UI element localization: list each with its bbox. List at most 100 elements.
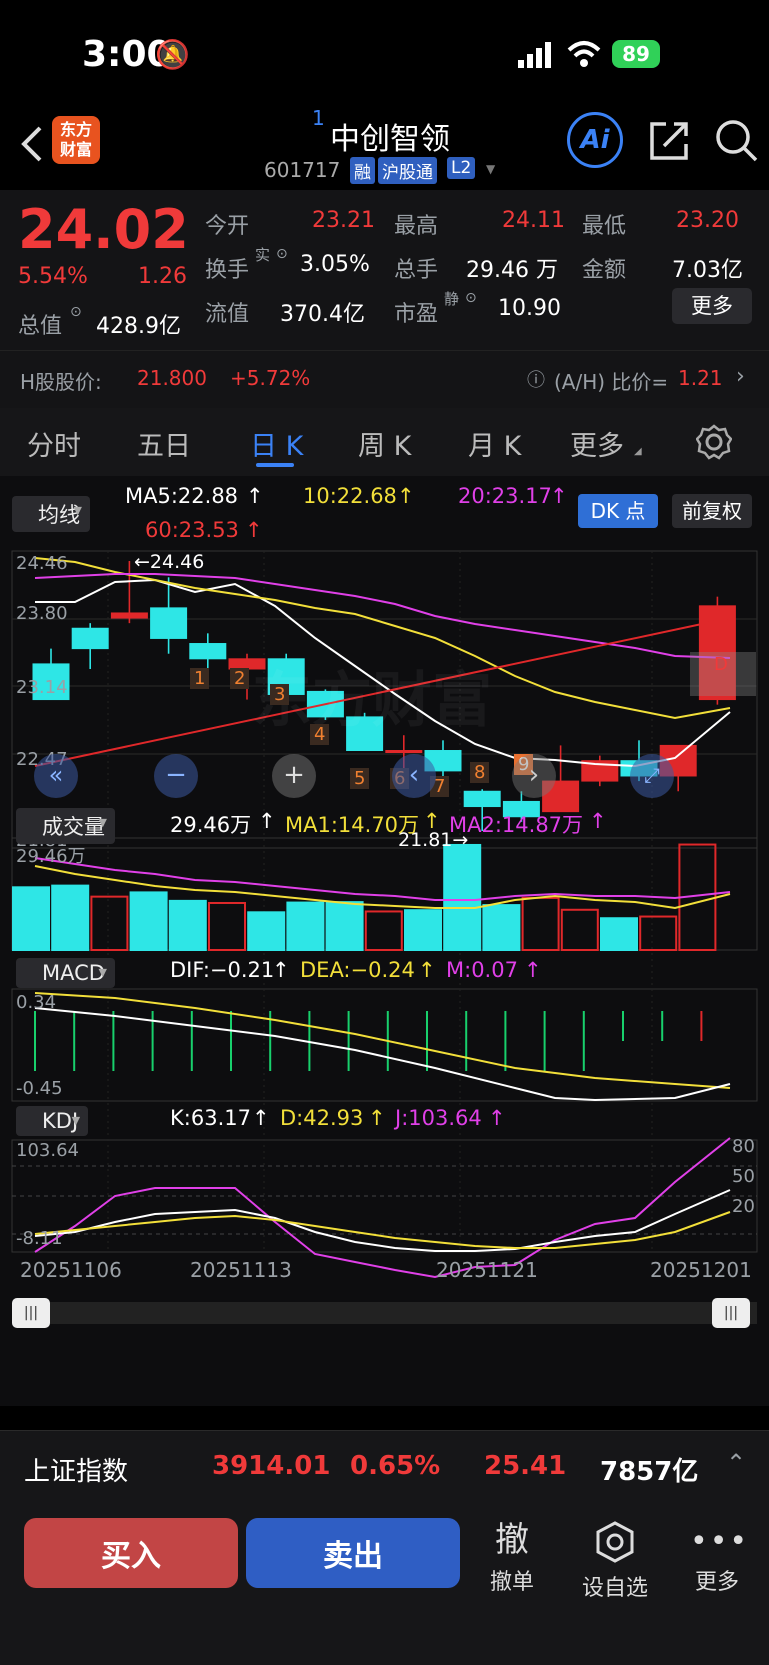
scroll-right-button[interactable]: › (512, 754, 556, 798)
date-label: 20251106 (20, 1258, 122, 1282)
ai-button[interactable]: Ai (567, 112, 623, 168)
up-arrow-icon: ↑ (272, 958, 290, 982)
td-count-label: 2 (230, 668, 250, 689)
change-amount: 1.26 (138, 264, 187, 289)
range-handle-left[interactable]: ||| (12, 1298, 50, 1328)
tab-intraday[interactable]: 分时 (27, 424, 81, 463)
volume-bar (639, 915, 678, 951)
d-value: D:42.93 (280, 1106, 364, 1130)
volume-bar (325, 901, 364, 951)
tab-daily-k[interactable]: 日 K (250, 424, 303, 463)
chevron-up-icon[interactable]: ⌃ (726, 1449, 746, 1477)
up-arrow-icon: ↑ (488, 1106, 506, 1130)
zoom-in-button[interactable]: + (272, 754, 316, 798)
volume-bar (129, 891, 168, 951)
scroll-left-button[interactable]: ‹ (392, 754, 436, 798)
tab-weekly-k[interactable]: 周 K (358, 424, 411, 463)
search-icon[interactable] (714, 118, 760, 164)
volume-value: 29.46万 (170, 813, 252, 837)
info-icon[interactable]: ⊙ (70, 304, 82, 320)
ellipsis-icon: ••• (690, 1524, 750, 1559)
high-label: 最高 (394, 214, 439, 239)
scroll-to-start-button[interactable]: « (34, 754, 78, 798)
hexagon-gear-icon (596, 1521, 634, 1563)
candle-body (150, 607, 188, 639)
h-share-price: 21.800 (137, 366, 207, 390)
td-count-label: 4 (310, 724, 330, 745)
h-share-pct: +5.72% (230, 366, 311, 390)
ah-ratio-value: 1.21 (678, 366, 723, 390)
volume-bar (168, 899, 207, 951)
date-label: 20251201 (650, 1258, 752, 1282)
volume-bar (443, 843, 482, 951)
macd-selector[interactable]: MACD (16, 958, 115, 988)
macd-axis-top: 0.34 (16, 992, 57, 1013)
tag-margin: 融 (350, 157, 375, 184)
dea-line (34, 992, 731, 1089)
date-label: 20251121 (436, 1258, 538, 1282)
app-logo[interactable]: 东方 财富 (52, 116, 100, 164)
index-change: 25.41 (484, 1451, 567, 1481)
h-share-row[interactable]: H股股价: 21.800 +5.72% ⓘ (A/H) 比价= 1.21 › (0, 350, 769, 408)
kdj-axis-top: 103.64 (16, 1140, 79, 1161)
td-count-label: 3 (270, 684, 290, 705)
volume-bar (600, 917, 638, 951)
signal-icon (518, 42, 551, 68)
up-arrow-icon: ↑ (368, 1106, 386, 1130)
stock-name: 中创智领 (330, 122, 450, 157)
tab-more[interactable]: 更多 (570, 424, 624, 463)
more-button[interactable]: 更多 (672, 288, 752, 324)
back-icon[interactable] (16, 124, 46, 164)
share-icon[interactable] (648, 118, 692, 162)
up-arrow-icon: ↑ (418, 958, 436, 982)
stock-code: 601717 (264, 158, 341, 182)
volume-bar (12, 886, 50, 952)
index-name: 上证指数 (24, 1457, 129, 1487)
amount-label: 金额 (582, 258, 627, 283)
settings-icon[interactable] (696, 424, 732, 460)
date-label: 20251113 (190, 1258, 292, 1282)
up-arrow-icon: ↑ (524, 958, 542, 982)
info-icon[interactable]: ⊙ (465, 290, 477, 306)
chart-area: 均线 MA5:22.88 ↑ 10:22.68 ↑ 20:23.17 ↑ 60:… (0, 476, 769, 1406)
y-axis-label: 23.14 (16, 677, 68, 698)
range-handle-right[interactable]: ||| (712, 1298, 750, 1328)
add-watchlist-action[interactable]: 设自选 (578, 1520, 652, 1602)
volume-bar (90, 895, 129, 951)
td-count-label: 8 (470, 762, 490, 783)
high-marker: ←24.46 (134, 551, 205, 573)
macd-axis-bottom: -0.45 (16, 1078, 63, 1099)
help-icon[interactable]: ⓘ (527, 366, 545, 392)
dk-marker: D (690, 652, 756, 696)
pe-value: 10.90 (498, 296, 561, 321)
amount-value: 7.03亿 (672, 258, 743, 283)
dea-value: DEA:−0.24 (300, 958, 415, 982)
cancel-order-action[interactable]: 撤 撤单 (482, 1520, 542, 1596)
volume-bar (404, 909, 442, 951)
index-ticker[interactable]: 上证指数 3914.01 0.65% 25.41 7857亿 ⌃ (0, 1430, 769, 1506)
kdj-selector[interactable]: KDJ (16, 1106, 89, 1136)
j-value: J:103.64 (395, 1106, 482, 1130)
volume-bar (286, 901, 325, 951)
volume-bar (560, 908, 599, 952)
zoom-out-button[interactable]: − (154, 754, 198, 798)
fullscreen-button[interactable]: ⤢ (630, 754, 674, 798)
float-label: 流值 (205, 302, 250, 327)
info-icon[interactable]: ⊙ (276, 246, 288, 262)
up-arrow-icon: ↑ (252, 1106, 270, 1130)
chevron-down-icon[interactable]: ▼ (486, 162, 495, 176)
range-slider-track[interactable] (12, 1302, 757, 1324)
candle-body (71, 627, 109, 650)
tab-five-day[interactable]: 五日 (137, 424, 191, 463)
more-actions-label: 更多 (694, 1570, 739, 1595)
dropdown-corner-icon: ◢ (634, 446, 642, 457)
j-line (34, 1137, 731, 1279)
superscript-mark: 1 (312, 106, 325, 130)
ah-ratio-label: (A/H) 比价= (554, 370, 669, 394)
more-actions[interactable]: ••• 更多 (690, 1520, 750, 1596)
tab-monthly-k[interactable]: 月 K (468, 424, 521, 463)
volume-selector[interactable]: 成交量 (16, 808, 115, 844)
buy-button[interactable]: 买入 (24, 1518, 238, 1588)
sell-button[interactable]: 卖出 (246, 1518, 460, 1588)
y-axis-label: 24.46 (16, 553, 68, 574)
